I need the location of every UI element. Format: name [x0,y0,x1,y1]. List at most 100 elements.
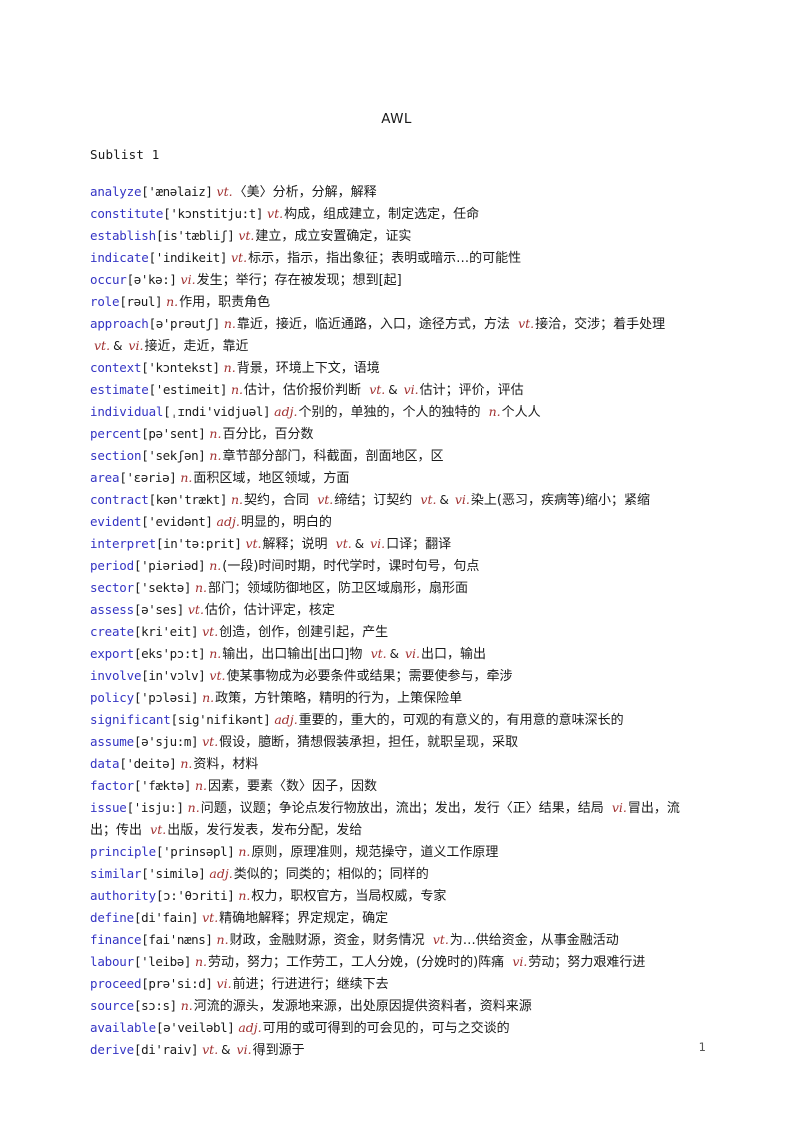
entry-pronunciation: [in'vɔlv] [141,668,206,683]
entry-definition: 〈美〉分析，分解，解释 [233,185,377,200]
vocabulary-entry: principle['prinsəpl] n.原则，原理准则，规范操守，道义工作原… [90,841,704,863]
entry-headword: authority [90,888,156,903]
vocabulary-entry: define[di'fain] vt.精确地解释；界定规定，确定 [90,907,704,929]
entry-headword: contract [90,492,149,507]
entry-part-of-speech: n. [223,360,236,375]
entry-headword: indicate [90,250,149,265]
entry-part-of-speech: n. [209,558,222,573]
vocabulary-entry: context['kɔntekst] n.背景，环境上下文，语境 [90,357,704,379]
entry-pronunciation: [is'tæbliʃ] [155,228,235,243]
entry-headword: issue [90,800,127,815]
entry-definition: 接洽，交涉；着手处理 [535,317,666,332]
entry-headword: finance [90,932,142,947]
entry-pos-conjunction: & [388,383,398,397]
entry-part-of-speech: vi. [512,954,528,969]
entry-headword: approach [90,316,149,331]
entry-pronunciation: [ə'sju:m] [133,734,199,749]
page-number: 1 [698,1040,706,1054]
entry-headword: period [90,558,134,573]
entry-headword: estimate [90,382,149,397]
vocabulary-entry: source[sɔ:s] n.河流的源头，发源地来源，出处原因提供资料者，资料来源 [90,995,704,1017]
entry-part-of-speech: adj. [238,1020,262,1035]
entry-headword: significant [90,712,171,727]
vocabulary-entry: available[ə'veiləbl] adj.可用的或可得到的可会见的，可与之… [90,1017,704,1039]
entry-definition: 背景，环境上下文，语境 [236,361,380,376]
entry-part-of-speech: vt. [216,184,233,199]
entry-definition: 建立，成立安置确定，证实 [255,229,412,244]
entry-part-of-speech-secondary: vi. [454,492,470,507]
entry-definition: 估价，估计评定，核定 [204,603,335,618]
entry-definition: 因素，要素〈数〉因子，因数 [208,779,378,794]
entry-pronunciation: ['indikeit] [148,250,228,265]
entry-pronunciation: [ə'veiləbl] [155,1020,235,1035]
entry-definition: 出版，发行发表，发布分配，发给 [167,823,363,838]
vocabulary-entry: significant[sig'nifikənt] adj.重要的，重大的，可观的… [90,709,704,731]
entry-pos-conjunction: & [354,537,365,551]
entry-definition: 为…供给资金，从事金融活动 [449,933,619,948]
entry-pronunciation: [eks'pɔ:t] [133,646,206,661]
vocabulary-entry: sector['sektə] n.部门；领域防御地区，防卫区域扇形，扇形面 [90,577,704,599]
vocabulary-entry: labour['leibə] n.劳动，努力；工作劳工，工人分娩，(分娩时的)阵痛… [90,951,704,973]
entry-definition: 资料，材料 [193,757,259,772]
entry-part-of-speech: n. [194,954,208,969]
entry-pronunciation: [ə'ses] [133,602,184,617]
entry-part-of-speech: vi. [611,800,627,815]
entry-pronunciation: ['sekʃən] [141,448,206,463]
entry-headword: labour [90,954,134,969]
entry-pronunciation: ['ɛəriə] [119,470,177,485]
entry-definition: 明显的，明白的 [240,515,332,530]
entry-pronunciation: ['evidənt] [141,514,213,529]
entry-pronunciation: ['isju:] [126,800,184,815]
entry-definition: 河流的源头，发源地来源，出处原因提供资料者，资料来源 [193,999,532,1014]
entry-definition: 标示，指示，指出象征；表明或暗示…的可能性 [248,251,522,266]
entry-part-of-speech: vt. [420,492,437,507]
entry-definition: 可用的或可得到的可会见的，可与之交谈的 [262,1021,510,1036]
entry-headword: constitute [90,206,164,221]
entry-part-of-speech: n. [166,294,179,309]
entry-part-of-speech: n. [209,448,222,463]
vocabulary-entry: proceed[prə'si:d] vi.前进；行进进行；继续下去 [90,973,704,995]
entry-pronunciation: [fai'næns] [141,932,213,947]
entry-headword: evident [90,514,142,529]
entry-part-of-speech: n. [238,844,251,859]
entry-headword: role [90,294,120,309]
entry-definition: 口译；翻译 [386,537,452,552]
vocabulary-entry-list: analyze['ænəlaiz] vt.〈美〉分析，分解，解释 constitut… [90,181,704,1061]
entry-headword: establish [90,228,156,243]
entry-headword: principle [90,844,156,859]
entry-part-of-speech: vt. [150,822,167,837]
entry-pronunciation: ['fæktə] [133,778,191,793]
vocabulary-entry: indicate['indikeit] vt.标示，指示，指出象征；表明或暗示…的… [90,247,704,269]
entry-part-of-speech: vt. [245,536,262,551]
entry-definition: 个人人 [501,405,541,420]
entry-part-of-speech: vi. [180,272,196,287]
entry-headword: available [90,1020,156,1035]
entry-part-of-speech: adj. [209,866,233,881]
entry-pos-conjunction: & [439,493,449,507]
vocabulary-entry: factor['fæktə] n.因素，要素〈数〉因子，因数 [90,775,704,797]
entry-pronunciation: [ɔ:'θɔriti] [155,888,235,903]
entry-pronunciation: ['leibə] [133,954,191,969]
vocabulary-entry: issue['isju:] n.问题，议题；争论点发行物放出，流出；发出，发行〈正… [90,797,704,841]
entry-part-of-speech: n. [238,888,251,903]
entry-part-of-speech: adj. [216,514,240,529]
entry-definition: (一段)时间时期，时代学时，课时句号，句点 [222,559,480,574]
entry-pronunciation: [sɔ:s] [133,998,177,1013]
vocabulary-entry: authority[ɔ:'θɔriti] n.权力，职权官方，当局权威，专家 [90,885,704,907]
entry-headword: involve [90,668,142,683]
entry-pronunciation: ['similə] [141,866,206,881]
entry-pronunciation: [ˌɪndi'vidjuəl] [163,404,271,419]
entry-headword: create [90,624,134,639]
entry-headword: context [90,360,142,375]
entry-definition: 假设，臆断，猜想假装承担，担任，就职呈现，采取 [219,735,519,750]
entry-definition: 靠近，接近，临近通路，入口，途径方式，方法 [236,317,510,332]
entry-definition: 创造，创作，创建引起，产生 [219,625,389,640]
entry-definition: 前进；行进进行；继续下去 [232,977,389,992]
entry-definition: 估计；评价，评估 [419,383,524,398]
entry-part-of-speech: vt. [202,910,219,925]
entry-headword: section [90,448,142,463]
vocabulary-entry: finance[fai'næns] n.财政，金融财源，资金，财务情况 vt.为…… [90,929,704,951]
entry-part-of-speech: n. [209,646,222,661]
entry-part-of-speech: n. [223,316,236,331]
document-page: AWL Sublist 1 analyze['ænəlaiz] vt.〈美〉分析，… [0,0,793,1122]
